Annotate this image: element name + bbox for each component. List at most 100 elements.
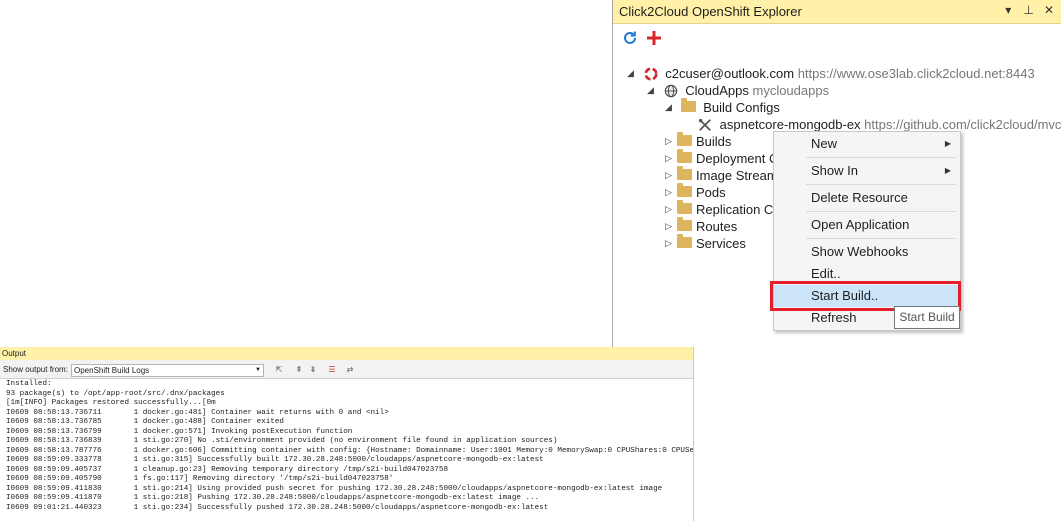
refresh-button[interactable] xyxy=(621,30,639,50)
menu-item-new[interactable]: New ▶ xyxy=(774,133,960,155)
folder-icon xyxy=(677,149,692,164)
pin-icon[interactable]: ⊥ xyxy=(1022,3,1036,17)
tree-node-builds[interactable]: ▷ Builds xyxy=(665,132,732,150)
log-line: I0609 09:01:21.440323 1 sti.go:234] Succ… xyxy=(6,503,549,512)
submenu-arrow-icon: ▶ xyxy=(944,166,951,175)
explorer-title-bar: Click2Cloud OpenShift Explorer ▾ ⊥ ✕ xyxy=(613,0,1061,24)
folder-icon xyxy=(677,166,692,181)
find-message-icon[interactable]: ⇱ xyxy=(274,365,284,375)
menu-separator xyxy=(806,211,956,212)
submenu-arrow-icon: ▶ xyxy=(944,139,951,148)
collapsed-arrow-icon[interactable]: ▷ xyxy=(665,238,677,249)
folder-label: Pods xyxy=(696,185,726,201)
tree-node-routes[interactable]: ▷ Routes xyxy=(665,217,738,235)
log-line: I0609 08:58:13.736799 1 docker.go:571] I… xyxy=(6,427,353,436)
log-line: I0609 08:59:09.405790 1 fs.go:117] Remov… xyxy=(6,475,394,483)
dropdown-icon[interactable]: ▾ xyxy=(1001,3,1015,17)
expanded-arrow-icon[interactable]: ◢ xyxy=(665,102,677,113)
tree-node-services[interactable]: ▷ Services xyxy=(665,234,746,252)
project-name: CloudApps xyxy=(685,83,749,99)
chevron-down-icon: ▼ xyxy=(255,367,261,373)
menu-separator xyxy=(806,238,956,239)
folder-icon xyxy=(677,217,692,232)
log-line: Installed: xyxy=(6,380,52,388)
build-configs-label: Build Configs xyxy=(703,100,780,116)
tree-node-project[interactable]: ◢ CloudApps mycloudapps xyxy=(647,82,829,99)
folder-icon xyxy=(677,200,692,215)
output-window: Output Show output from: OpenShift Build… xyxy=(0,347,694,522)
word-wrap-icon[interactable]: ⇄ xyxy=(345,365,355,375)
folder-label: Services xyxy=(696,236,746,252)
folder-label: Replication Co xyxy=(696,202,781,218)
log-line: I0609 08:58:13.736839 1 sti.go:270] No .… xyxy=(6,437,558,445)
collapsed-arrow-icon[interactable]: ▷ xyxy=(665,136,677,147)
tree-node-build-configs[interactable]: ◢ Build Configs xyxy=(665,98,780,116)
show-output-label: Show output from: xyxy=(3,365,68,374)
refresh-icon xyxy=(624,31,636,44)
globe-icon xyxy=(664,84,677,97)
output-toolbar: Show output from: OpenShift Build Logs ▼… xyxy=(0,362,693,378)
menu-separator xyxy=(806,157,956,158)
folder-label: Routes xyxy=(696,219,738,235)
account-user: c2cuser@outlook.com xyxy=(665,66,795,82)
tools-icon xyxy=(698,118,711,131)
output-text-area[interactable]: Installed: 93 package(s) to /opt/app-roo… xyxy=(0,378,693,522)
build-config-url: https://github.com/click2cloud/mvc-m xyxy=(864,117,1061,133)
output-source-value: OpenShift Build Logs xyxy=(74,366,150,375)
output-title: Output xyxy=(2,349,27,358)
tree-node-deployment-configs[interactable]: ▷ Deployment Co xyxy=(665,149,786,167)
folder-icon xyxy=(677,234,692,249)
folder-label: Builds xyxy=(696,134,732,150)
log-line: I0609 08:59:09.405737 1 cleanup.go:23] R… xyxy=(6,465,449,474)
log-line: I0609 08:58:13.736711 1 docker.go:481] C… xyxy=(6,408,389,417)
menu-item-delete-resource[interactable]: Delete Resource xyxy=(774,187,960,209)
menu-item-show-webhooks[interactable]: Show Webhooks xyxy=(774,241,960,263)
menu-item-label: Show Webhooks xyxy=(811,244,909,259)
log-line: I0609 08:58:13.787776 1 docker.go:606] C… xyxy=(6,446,693,455)
expanded-arrow-icon[interactable]: ◢ xyxy=(627,68,639,79)
account-url: https://www.ose3lab.click2cloud.net:8443 xyxy=(797,66,1035,82)
log-line: 93 package(s) to /opt/app-root/src/.dnx/… xyxy=(6,389,225,398)
collapsed-arrow-icon[interactable]: ▷ xyxy=(665,170,677,181)
tree-node-pods[interactable]: ▷ Pods xyxy=(665,183,726,201)
log-line: I0609 08:59:09.411830 1 sti.go:214] Usin… xyxy=(6,484,663,493)
explorer-title: Click2Cloud OpenShift Explorer xyxy=(619,4,802,19)
log-line: [1m[INFO] Packages restored successfully… xyxy=(6,399,216,407)
clear-all-icon[interactable]: ☰ xyxy=(327,365,337,375)
menu-item-label: Show In xyxy=(811,163,858,178)
explorer-window-buttons: ▾ ⊥ ✕ xyxy=(998,3,1056,17)
menu-item-label: Delete Resource xyxy=(811,190,908,205)
folder-icon xyxy=(677,132,692,147)
previous-message-icon[interactable]: ⇞ xyxy=(294,365,304,375)
collapsed-arrow-icon[interactable]: ▷ xyxy=(665,187,677,198)
menu-item-label: New xyxy=(811,136,838,151)
output-source-select[interactable]: OpenShift Build Logs ▼ xyxy=(71,364,264,377)
log-line: I0609 08:59:09.333778 1 sti.go:315] Succ… xyxy=(6,456,544,464)
folder-label: Image Streams xyxy=(696,168,785,184)
add-button[interactable] xyxy=(645,30,663,50)
folder-icon xyxy=(677,183,692,198)
collapsed-arrow-icon[interactable]: ▷ xyxy=(665,153,677,164)
log-line: I0609 08:59:09.411870 1 sti.go:218] Push… xyxy=(6,494,540,502)
explorer-toolbar xyxy=(613,28,1061,52)
start-build-tooltip: Start Build xyxy=(894,306,960,329)
tree-node-image-streams[interactable]: ▷ Image Streams xyxy=(665,166,785,184)
add-icon xyxy=(647,31,661,45)
tree-node-account[interactable]: ◢ c2cuser@outlook.com https://www.ose3la… xyxy=(627,65,1035,82)
menu-item-show-in[interactable]: Show In ▶ xyxy=(774,160,960,182)
menu-item-label: Open Application xyxy=(811,217,910,232)
tree-node-replication-controllers[interactable]: ▷ Replication Co xyxy=(665,200,781,218)
menu-item-open-application[interactable]: Open Application xyxy=(774,214,960,236)
project-alias: mycloudapps xyxy=(752,83,830,99)
menu-separator xyxy=(806,184,956,185)
output-title-bar: Output xyxy=(0,347,693,360)
openshift-icon xyxy=(644,67,658,81)
collapsed-arrow-icon[interactable]: ▷ xyxy=(665,204,677,215)
close-icon[interactable]: ✕ xyxy=(1042,3,1056,17)
build-config-name: aspnetcore-mongodb-ex xyxy=(719,117,861,133)
folder-icon xyxy=(680,98,696,113)
next-message-icon[interactable]: ⇟ xyxy=(308,365,318,375)
log-line: I0609 08:58:13.736785 1 docker.go:488] C… xyxy=(6,418,284,426)
collapsed-arrow-icon[interactable]: ▷ xyxy=(665,221,677,232)
expanded-arrow-icon[interactable]: ◢ xyxy=(647,85,659,96)
